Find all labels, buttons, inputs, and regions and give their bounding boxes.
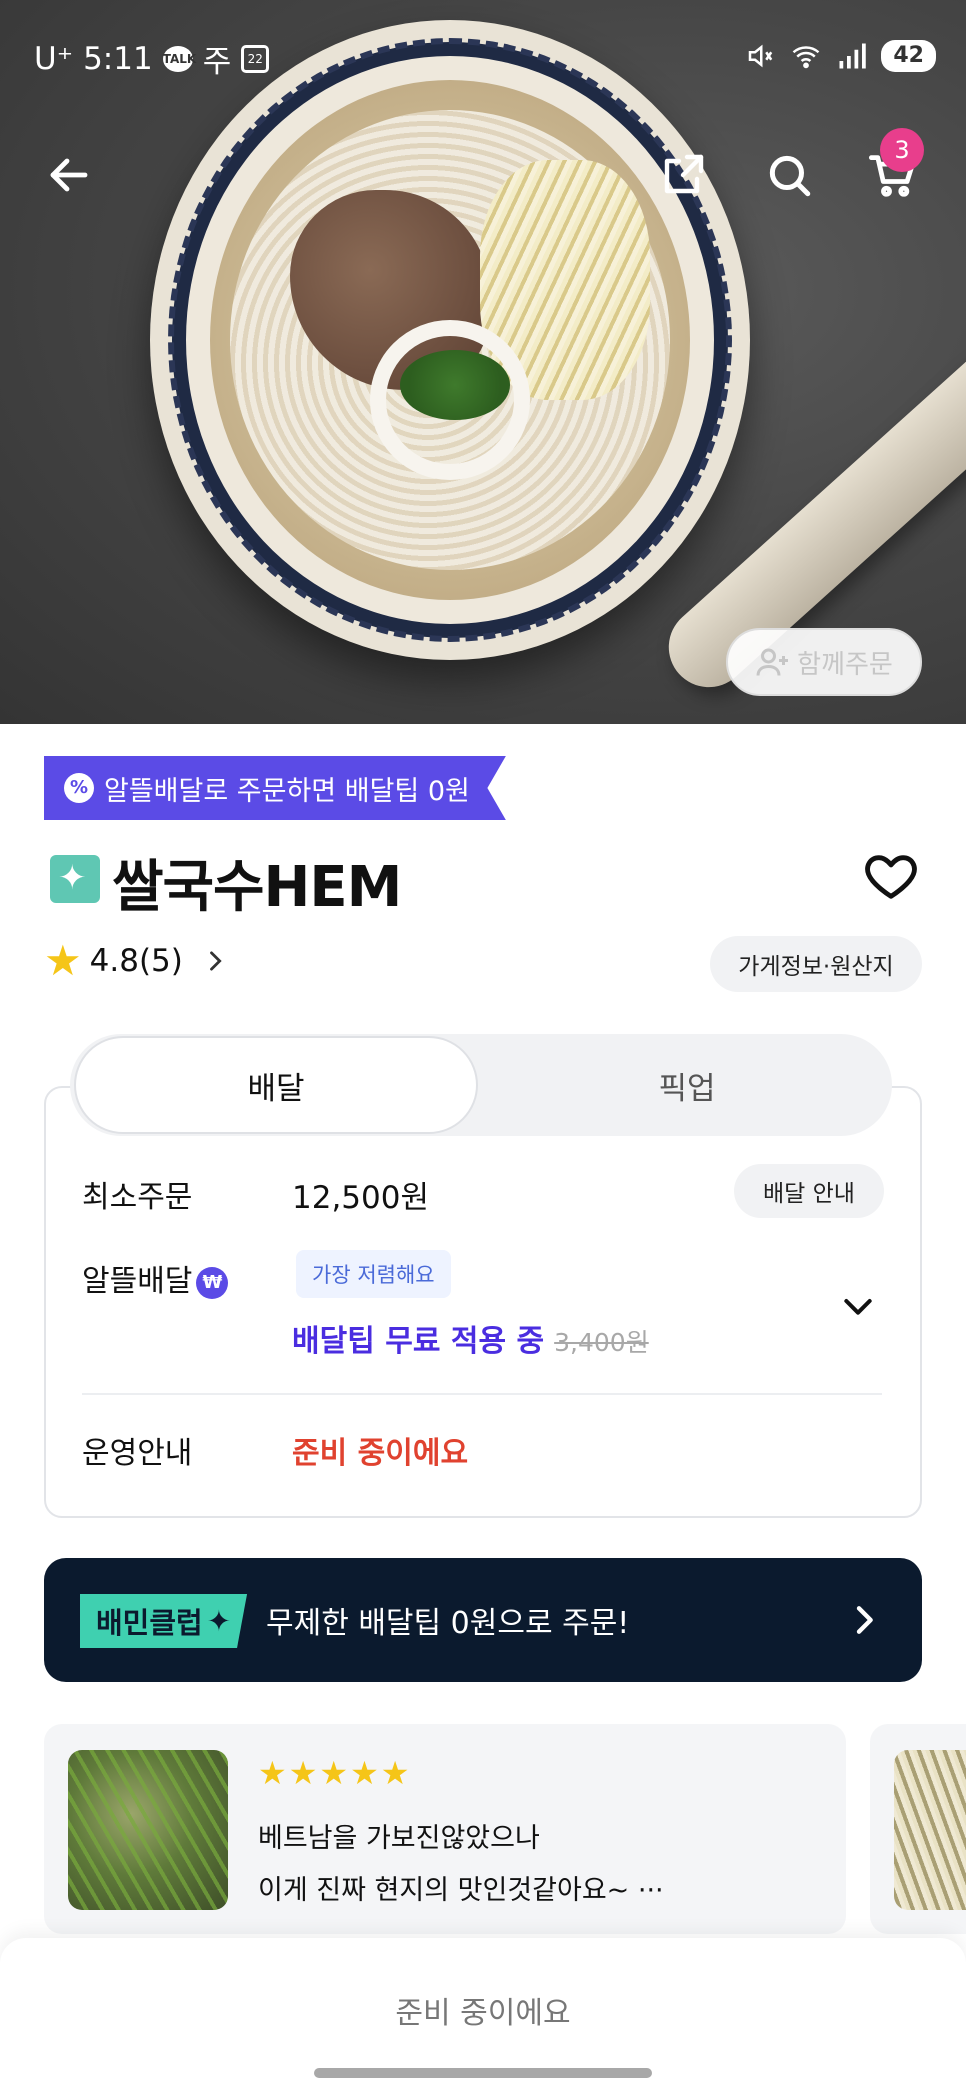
share-icon [664,154,704,194]
add-user-icon [756,648,789,676]
battery-indicator: 42 [881,40,936,72]
review-photo [894,1750,966,1910]
arrow-left-icon [50,158,88,192]
tab-pickup[interactable]: 픽업 [482,1034,892,1136]
percent-badge-icon: % [64,773,94,803]
search-icon [769,155,811,197]
share-button[interactable] [648,140,718,210]
divider [82,1393,882,1395]
search-button[interactable] [754,140,824,210]
store-name: 쌀국수HEM [112,855,402,920]
bottom-status-text: 준비 중이에요 [395,1996,571,2031]
delivery-guide-button[interactable]: 배달 안내 [734,1164,884,1218]
free-tip-row: 배달팁 무료 적용 중 3,400원 [292,1316,649,1360]
operation-status: 준비 중이에요 [292,1436,469,1471]
star-icon: ★ [44,936,82,985]
chevron-right-icon [209,951,222,971]
club-text: 무제한 배달팁 0원으로 주문! [266,1606,630,1641]
saver-delivery-label-text: 알뜰배달 [82,1264,193,1299]
baemin-club-banner[interactable]: 배민클럽 ✦ 무제한 배달팁 0원으로 주문! [44,1558,922,1682]
bowl-herb [400,350,510,420]
saver-delivery-label: 알뜰배달 ₩ [82,1256,229,1300]
won-icon: ₩ [196,1266,229,1299]
bottom-order-bar: 준비 중이에요 [0,1938,966,2093]
min-order-value: 12,500원 [292,1180,429,1216]
notification-text: 주 [202,44,232,80]
club-tag: 배민클럽 ✦ [80,1594,248,1648]
free-tip-text: 배달팁 무료 적용 중 [292,1324,545,1359]
chevron-right-icon [856,1606,873,1634]
clock: 5:11 [83,40,153,77]
chevron-down-icon[interactable] [838,1286,878,1326]
review-text-line-2: 이게 진짜 현지의 맛인것같아요~ ··· [258,1875,664,1906]
cart-count-badge: 3 [880,128,924,172]
pho-bowl-image [150,20,750,660]
review-card-next[interactable] [870,1724,966,1934]
wifi-icon [793,46,820,69]
mute-icon [749,44,773,68]
saver-delivery-promo-banner: % 알뜰배달로 주문하면 배달팁 0원 [44,756,506,820]
store-info-button[interactable]: 가게정보·원산지 [710,936,922,992]
rating-value: 4.8(5) [89,943,183,979]
sparkle-icon: ✦ [206,1604,232,1638]
store-rating-link[interactable]: ★ 4.8(5) [44,940,229,982]
original-tip-price: 3,400원 [554,1328,649,1357]
calendar-icon: 22 [241,44,270,73]
home-indicator[interactable] [314,2068,652,2078]
cart-button[interactable]: 3 [858,128,928,210]
heart-icon[interactable] [862,848,920,906]
cheapest-tag: 가장 저렴해요 [296,1250,451,1298]
back-button[interactable] [34,140,104,210]
tab-delivery[interactable]: 배달 [74,1036,478,1134]
store-badge-icon [50,855,100,903]
review-card[interactable]: ★★★★★ 베트남을 가보진않았으나 이게 진짜 현지의 맛인것같아요~ ··· [44,1724,846,1934]
review-stars: ★★★★★ [258,1754,412,1792]
order-type-tabs: 배달 픽업 [70,1034,892,1136]
club-tag-text: 배민클럽 [96,1606,203,1640]
status-bar: U⁺ 5:11 TALK 주 22 42 [0,0,966,116]
min-order-label: 최소주문 [82,1180,193,1215]
review-text-line-1: 베트남을 가보진않았으나 [258,1823,540,1854]
status-left: U⁺ 5:11 TALK 주 22 [34,36,270,81]
operation-label: 운영안내 [82,1436,193,1471]
promo-text: 알뜰배달로 주문하면 배달팁 0원 [104,775,470,807]
kakaotalk-icon: TALK [162,45,196,72]
carrier-label: U⁺ [34,40,74,77]
review-photo [68,1750,228,1910]
status-right: 42 [745,40,936,72]
group-order-label: 함께주문 [797,649,893,680]
signal-icon [839,43,867,69]
group-order-button[interactable]: 함께주문 [726,628,922,696]
